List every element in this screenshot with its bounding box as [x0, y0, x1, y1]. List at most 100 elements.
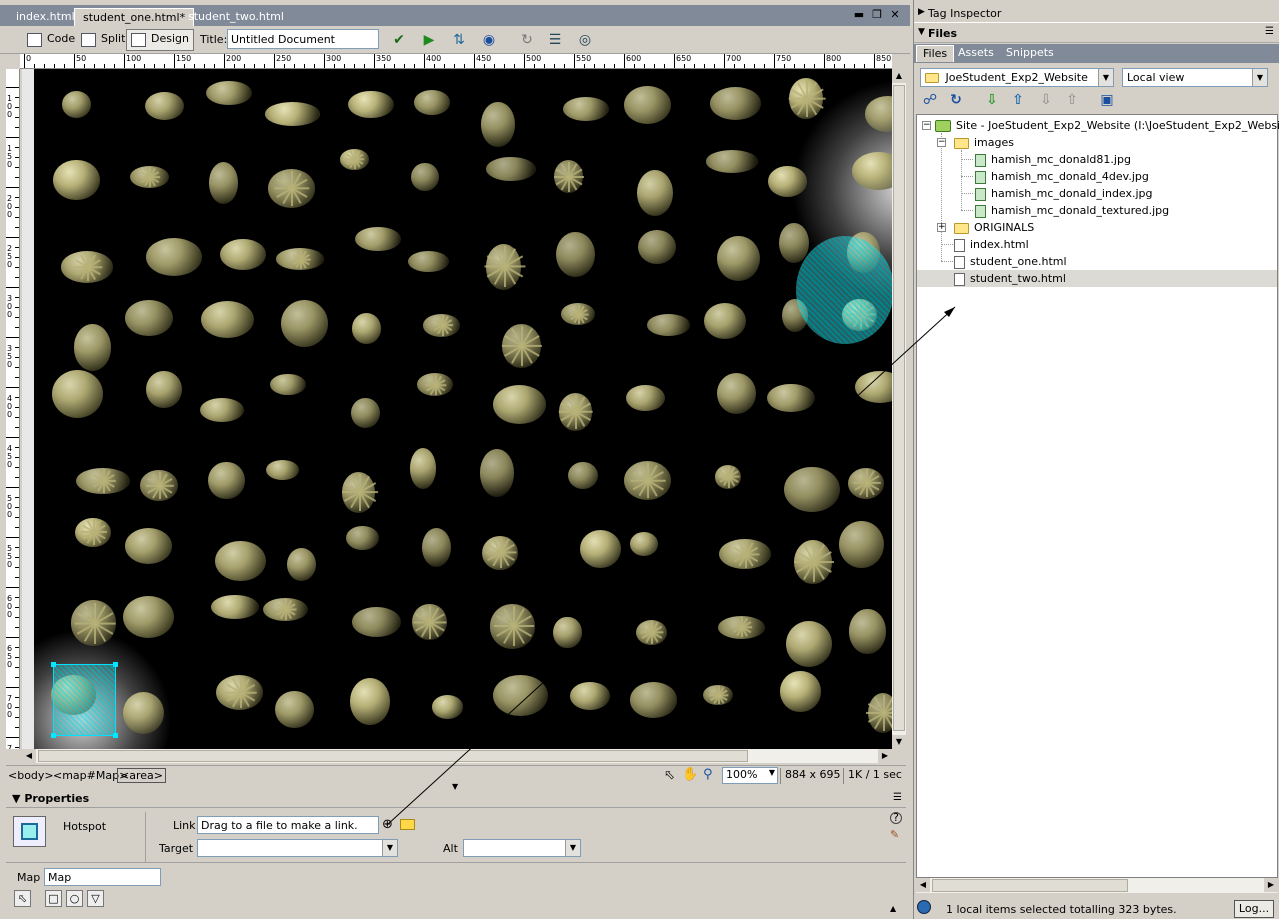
- refresh-icon[interactable]: ↻: [946, 91, 966, 110]
- collapse-node-icon[interactable]: −: [922, 121, 931, 130]
- ruler-tick: [15, 747, 19, 748]
- design-canvas-image[interactable]: [22, 69, 892, 749]
- tree-file-html-selected[interactable]: student_two.html: [917, 270, 1277, 287]
- close-icon[interactable]: ✕: [888, 8, 902, 22]
- split-view-button[interactable]: Split: [76, 29, 130, 51]
- site-file-tree[interactable]: − Site - JoeStudent_Exp2_Website (I:\Joe…: [916, 114, 1279, 878]
- tree-file-image[interactable]: hamish_mc_donald_textured.jpg: [975, 202, 1169, 219]
- expand-up-icon[interactable]: ▲: [890, 904, 896, 913]
- expand-panel-icon[interactable]: ▣: [1097, 91, 1117, 110]
- tab-student-two-html[interactable]: student_two.html: [180, 8, 292, 26]
- tag-body[interactable]: <body>: [8, 769, 54, 782]
- image-file-icon: [975, 204, 986, 218]
- zoom-tool-icon[interactable]: ⚲: [703, 767, 713, 782]
- help-icon[interactable]: ?: [890, 812, 902, 824]
- polygon-hotspot-tool-icon[interactable]: ▽: [87, 890, 104, 907]
- scroll-thumb[interactable]: [38, 750, 748, 762]
- alt-select[interactable]: ▼: [463, 839, 581, 857]
- scroll-up-icon[interactable]: ▲: [892, 69, 906, 83]
- view-options-icon[interactable]: ☰: [544, 29, 566, 51]
- tab-snippets[interactable]: Snippets: [1000, 45, 1060, 62]
- tree-site-root[interactable]: Site - JoeStudent_Exp2_Website (I:\JoeSt…: [935, 117, 1279, 134]
- preview-icon[interactable]: ▶: [418, 29, 440, 51]
- target-select[interactable]: ▼: [197, 839, 398, 857]
- pointer-tool-icon[interactable]: ⬁: [664, 768, 675, 783]
- tab-index-html[interactable]: index.html: [8, 8, 83, 26]
- scroll-right-icon[interactable]: ▶: [878, 749, 892, 763]
- collapse-node-icon[interactable]: −: [937, 138, 946, 147]
- resize-handle[interactable]: [113, 733, 118, 738]
- check-out-icon[interactable]: ⇩: [1036, 91, 1056, 110]
- tree-file-html[interactable]: student_one.html: [954, 253, 1067, 270]
- ruler-tick: [284, 64, 285, 68]
- file-transfer-icon[interactable]: ⇅: [448, 29, 470, 51]
- panel-options-icon[interactable]: ☰: [893, 792, 902, 803]
- rectangle-hotspot-tool-icon[interactable]: □: [45, 890, 62, 907]
- scroll-thumb[interactable]: [893, 85, 905, 731]
- put-files-icon[interactable]: ⇧: [1008, 91, 1028, 110]
- files-panel-header[interactable]: ▼ Files ☰: [914, 23, 1279, 43]
- scroll-left-icon[interactable]: ◀: [916, 878, 930, 892]
- zoom-select[interactable]: 100% ▼: [722, 767, 778, 784]
- visual-aids-icon[interactable]: ◎: [574, 29, 596, 51]
- ruler-tick: [744, 64, 745, 68]
- point-to-file-icon[interactable]: ⊕: [382, 817, 393, 832]
- link-input[interactable]: [197, 816, 379, 834]
- panel-options-icon[interactable]: ☰: [1265, 26, 1274, 37]
- ruler-tick: [224, 54, 225, 68]
- quick-tag-editor-icon[interactable]: ✎: [890, 828, 899, 841]
- log-button[interactable]: Log...: [1234, 900, 1274, 918]
- code-view-button[interactable]: Code: [22, 29, 80, 51]
- tree-file-html[interactable]: index.html: [954, 236, 1029, 253]
- site-select[interactable]: JoeStudent_Exp2_Website ▼: [920, 68, 1114, 87]
- scroll-thumb[interactable]: [932, 879, 1128, 892]
- tab-student-one-html[interactable]: student_one.html*: [74, 8, 195, 26]
- scroll-right-icon[interactable]: ▶: [1264, 878, 1278, 892]
- canvas-horizontal-scrollbar[interactable]: ◀ ▶: [22, 749, 892, 763]
- window-size[interactable]: 884 x 695: [780, 768, 841, 784]
- validate-icon[interactable]: ✔: [388, 29, 410, 51]
- browse-folder-icon[interactable]: [400, 819, 415, 830]
- resize-handle[interactable]: [51, 662, 56, 667]
- restore-icon[interactable]: ❐: [870, 8, 884, 22]
- circle-hotspot[interactable]: [796, 236, 894, 344]
- file-tree-horizontal-scrollbar[interactable]: ◀ ▶: [916, 878, 1278, 893]
- pointer-hotspot-tool-icon[interactable]: ⬁: [14, 890, 31, 907]
- properties-header[interactable]: ▼ Properties ☰: [6, 790, 906, 808]
- check-in-icon[interactable]: ⇧: [1062, 91, 1082, 110]
- tab-files[interactable]: Files: [916, 45, 955, 62]
- tree-folder-images[interactable]: images: [954, 134, 1014, 151]
- browser-check-icon[interactable]: ◉: [478, 29, 500, 51]
- scroll-left-icon[interactable]: ◀: [22, 749, 36, 763]
- resize-handle[interactable]: [113, 662, 118, 667]
- tree-file-image[interactable]: hamish_mc_donald_index.jpg: [975, 185, 1153, 202]
- hand-tool-icon[interactable]: ✋: [682, 767, 698, 782]
- creature-graphic: [208, 162, 239, 205]
- tree-file-image[interactable]: hamish_mc_donald_4dev.jpg: [975, 168, 1149, 185]
- tab-assets[interactable]: Assets: [952, 45, 1000, 62]
- tag-area[interactable]: <area>: [117, 768, 166, 783]
- get-files-icon[interactable]: ⇩: [982, 91, 1002, 110]
- html-file-icon: [954, 238, 965, 252]
- resize-handle[interactable]: [51, 733, 56, 738]
- circle-hotspot-tool-icon[interactable]: ○: [66, 890, 83, 907]
- minimize-icon[interactable]: ▬: [852, 8, 866, 22]
- design-view-button[interactable]: Design: [126, 29, 194, 51]
- title-input[interactable]: [227, 29, 379, 49]
- creature-graphic: [624, 86, 671, 125]
- connect-icon[interactable]: ☍: [920, 91, 940, 110]
- rectangle-hotspot[interactable]: [51, 662, 118, 738]
- ruler-tick: [494, 64, 495, 68]
- refresh-icon[interactable]: ↻: [516, 29, 538, 51]
- view-select[interactable]: Local view ▼: [1122, 68, 1268, 87]
- creature-graphic: [492, 385, 546, 425]
- scroll-down-icon[interactable]: ▼: [892, 735, 906, 749]
- map-name-input[interactable]: [44, 868, 161, 886]
- ruler-tick: [15, 307, 19, 308]
- expand-node-icon[interactable]: +: [937, 223, 946, 232]
- tag-inspector-header[interactable]: ▶ Tag Inspector: [914, 3, 1279, 23]
- ruler-tick: [15, 677, 19, 678]
- canvas-vertical-scrollbar[interactable]: ▲ ▼: [892, 69, 906, 749]
- tree-folder-originals[interactable]: ORIGINALS: [954, 219, 1034, 236]
- tree-file-image[interactable]: hamish_mc_donald81.jpg: [975, 151, 1131, 168]
